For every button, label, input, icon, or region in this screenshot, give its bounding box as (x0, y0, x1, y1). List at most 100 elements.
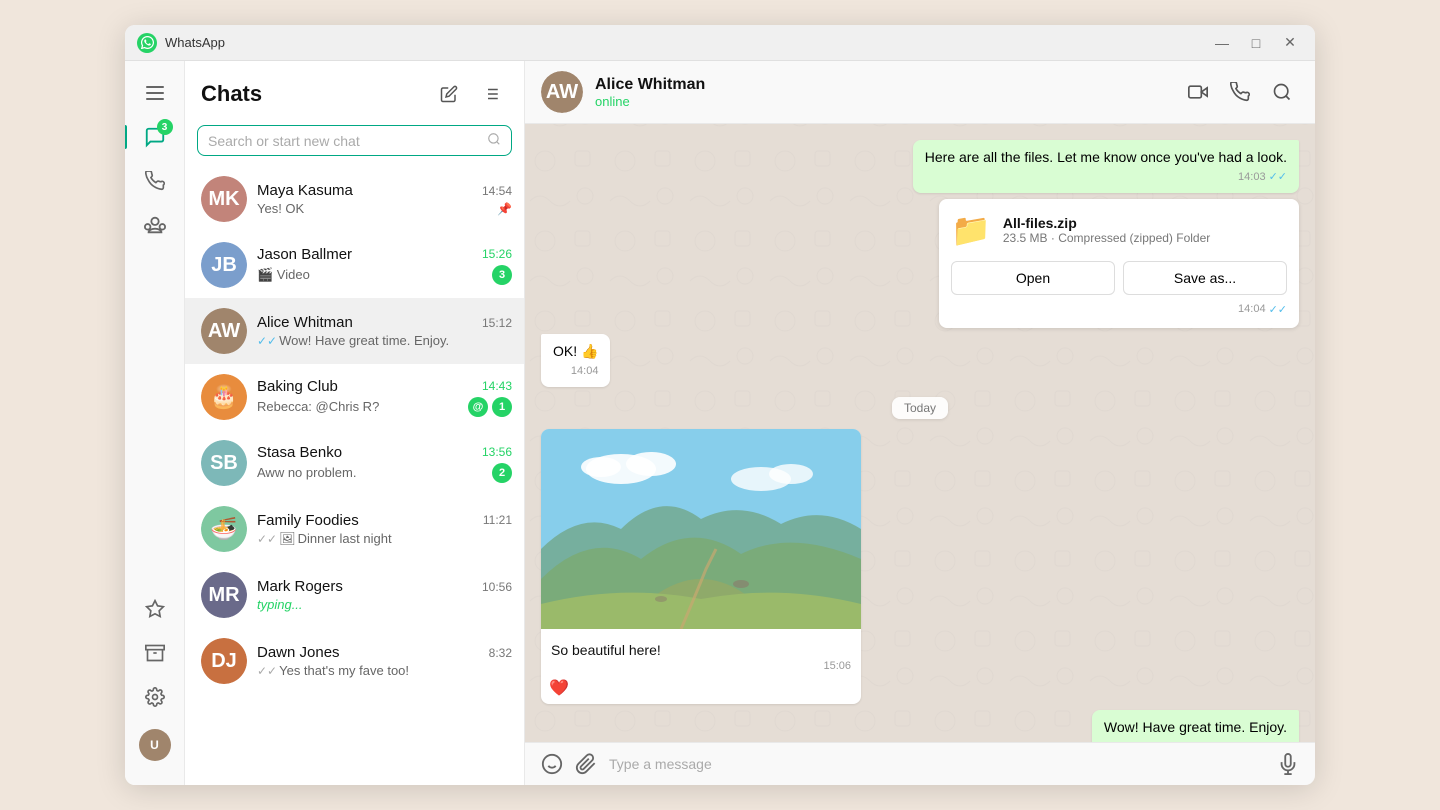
filter-button[interactable] (474, 77, 508, 111)
app-body: 3 U (125, 61, 1315, 785)
file-top: 📁 All-files.zip 23.5 MB · Compressed (zi… (951, 211, 1287, 249)
settings-icon-btn[interactable] (135, 677, 175, 717)
unread-badge-jason: 3 (492, 265, 512, 285)
chats-header-actions (432, 77, 508, 111)
chat-preview-family: ✓✓ 🖼 Dinner last night (257, 531, 392, 547)
close-button[interactable]: ✕ (1277, 30, 1303, 56)
image-reaction: ❤️ (541, 676, 861, 704)
at-badge-baking: @ (468, 397, 488, 417)
image-caption: So beautiful here! 15:06 (541, 634, 861, 676)
voice-message-button[interactable] (1277, 753, 1299, 775)
save-file-button[interactable]: Save as... (1123, 261, 1287, 295)
message-3: OK! 👍 14:04 (541, 334, 1299, 387)
chat-header-avatar[interactable]: AW (541, 71, 583, 113)
menu-icon-btn[interactable] (135, 73, 175, 113)
sidebar-top-icons: 3 (135, 73, 175, 589)
chat-header-name: Alice Whitman (595, 76, 1169, 94)
chat-time-stasa: 13:56 (482, 445, 512, 459)
avatar-jason: JB (201, 242, 247, 288)
avatar-dawn: DJ (201, 638, 247, 684)
bubble-3: OK! 👍 14:04 (541, 334, 610, 387)
chat-name-baking: Baking Club (257, 378, 338, 395)
search-input[interactable] (208, 133, 487, 149)
mountain-image (541, 429, 861, 629)
app-window: WhatsApp — □ ✕ 3 (125, 25, 1315, 785)
chat-item-baking[interactable]: 🎂 Baking Club 14:43 Rebecca: @Chris R? @… (185, 364, 524, 430)
window-controls: — □ ✕ (1209, 30, 1303, 56)
attach-button[interactable] (575, 753, 597, 775)
chats-panel: Chats (185, 61, 525, 785)
chat-preview-maya: Yes! OK (257, 201, 304, 216)
chat-item-dawn[interactable]: DJ Dawn Jones 8:32 ✓✓ Yes that's my fave… (185, 628, 524, 694)
message-4: So beautiful here! 15:06 ❤️ (541, 429, 1299, 704)
search-in-chat-button[interactable] (1265, 75, 1299, 109)
archived-icon-btn[interactable] (135, 633, 175, 673)
voice-call-button[interactable] (1223, 75, 1257, 109)
file-meta: 23.5 MB · Compressed (zipped) Folder (1003, 231, 1287, 245)
chat-preview-jason: 🎬 Video (257, 267, 310, 283)
chat-item-stasa[interactable]: SB Stasa Benko 13:56 Aww no problem. 2 (185, 430, 524, 496)
minimize-button[interactable]: — (1209, 30, 1235, 56)
chat-name-alice: Alice Whitman (257, 314, 353, 331)
bubble-time-1: 14:03 ✓✓ (925, 170, 1287, 185)
message-text-3: OK! 👍 (553, 342, 598, 362)
avatar-baking: 🎂 (201, 374, 247, 420)
image-time: 15:06 (551, 660, 851, 672)
search-bar (185, 119, 524, 166)
chat-preview-dawn: ✓✓ Yes that's my fave too! (257, 663, 409, 678)
chat-item-alice[interactable]: AW Alice Whitman 15:12 ✓✓ Wow! Have grea… (185, 298, 524, 364)
chat-item-maya[interactable]: MK Maya Kasuma 14:54 Yes! OK 📌 (185, 166, 524, 232)
starred-icon-btn[interactable] (135, 589, 175, 629)
chat-header-status: online (595, 94, 1169, 109)
unread-badge-baking: 1 (492, 397, 512, 417)
chat-content-jason: Jason Ballmer 15:26 🎬 Video 3 (257, 246, 512, 285)
chat-item-jason[interactable]: JB Jason Ballmer 15:26 🎬 Video 3 (185, 232, 524, 298)
chat-main: AW Alice Whitman online (525, 61, 1315, 785)
message-5: Wow! Have great time. Enjoy. 15:12 ✓✓ (541, 710, 1299, 742)
message-text-5: Wow! Have great time. Enjoy. (1104, 718, 1287, 738)
video-call-button[interactable] (1181, 75, 1215, 109)
chat-content-maya: Maya Kasuma 14:54 Yes! OK 📌 (257, 182, 512, 216)
chat-name-family: Family Foodies (257, 512, 359, 529)
avatar-maya: MK (201, 176, 247, 222)
chat-content-stasa: Stasa Benko 13:56 Aww no problem. 2 (257, 444, 512, 483)
sidebar-nav: 3 U (125, 61, 185, 785)
messages-area: Here are all the files. Let me know once… (525, 124, 1315, 742)
unread-badge-stasa: 2 (492, 463, 512, 483)
chat-content-mark: Mark Rogers 10:56 typing... (257, 578, 512, 612)
chat-preview-alice: ✓✓ Wow! Have great time. Enjoy. (257, 333, 449, 348)
chat-header: AW Alice Whitman online (525, 61, 1315, 124)
chats-title: Chats (201, 81, 262, 107)
chats-icon-btn[interactable]: 3 (135, 117, 175, 157)
emoji-button[interactable] (541, 753, 563, 775)
chat-name-stasa: Stasa Benko (257, 444, 342, 461)
chat-time-jason: 15:26 (482, 247, 512, 261)
user-avatar-btn[interactable]: U (135, 725, 175, 765)
chat-item-family[interactable]: 🍜 Family Foodies 11:21 ✓✓ 🖼 Dinner last … (185, 496, 524, 562)
message-1: Here are all the files. Let me know once… (541, 140, 1299, 193)
search-icon (487, 132, 501, 149)
day-divider-label: Today (892, 397, 948, 419)
chat-preview-baking: Rebecca: @Chris R? (257, 399, 379, 414)
new-chat-button[interactable] (432, 77, 466, 111)
calls-icon-btn[interactable] (135, 161, 175, 201)
chat-name-mark: Mark Rogers (257, 578, 343, 595)
chats-badge: 3 (157, 119, 173, 135)
file-actions: Open Save as... (951, 261, 1287, 295)
avatar-mark: MR (201, 572, 247, 618)
chat-content-dawn: Dawn Jones 8:32 ✓✓ Yes that's my fave to… (257, 644, 512, 678)
message-input[interactable] (609, 756, 1265, 772)
avatar-alice: AW (201, 308, 247, 354)
chat-time-mark: 10:56 (482, 580, 512, 594)
chat-header-info: Alice Whitman online (595, 76, 1169, 109)
chat-preview-mark-typing: typing... (257, 597, 303, 612)
open-file-button[interactable]: Open (951, 261, 1115, 295)
chat-name-maya: Maya Kasuma (257, 182, 353, 199)
avatar-family: 🍜 (201, 506, 247, 552)
avatar-stasa: SB (201, 440, 247, 486)
chat-list: MK Maya Kasuma 14:54 Yes! OK 📌 (185, 166, 524, 785)
chat-item-mark[interactable]: MR Mark Rogers 10:56 typing... (185, 562, 524, 628)
app-logo (137, 33, 157, 53)
maximize-button[interactable]: □ (1243, 30, 1269, 56)
communities-icon-btn[interactable] (135, 205, 175, 245)
